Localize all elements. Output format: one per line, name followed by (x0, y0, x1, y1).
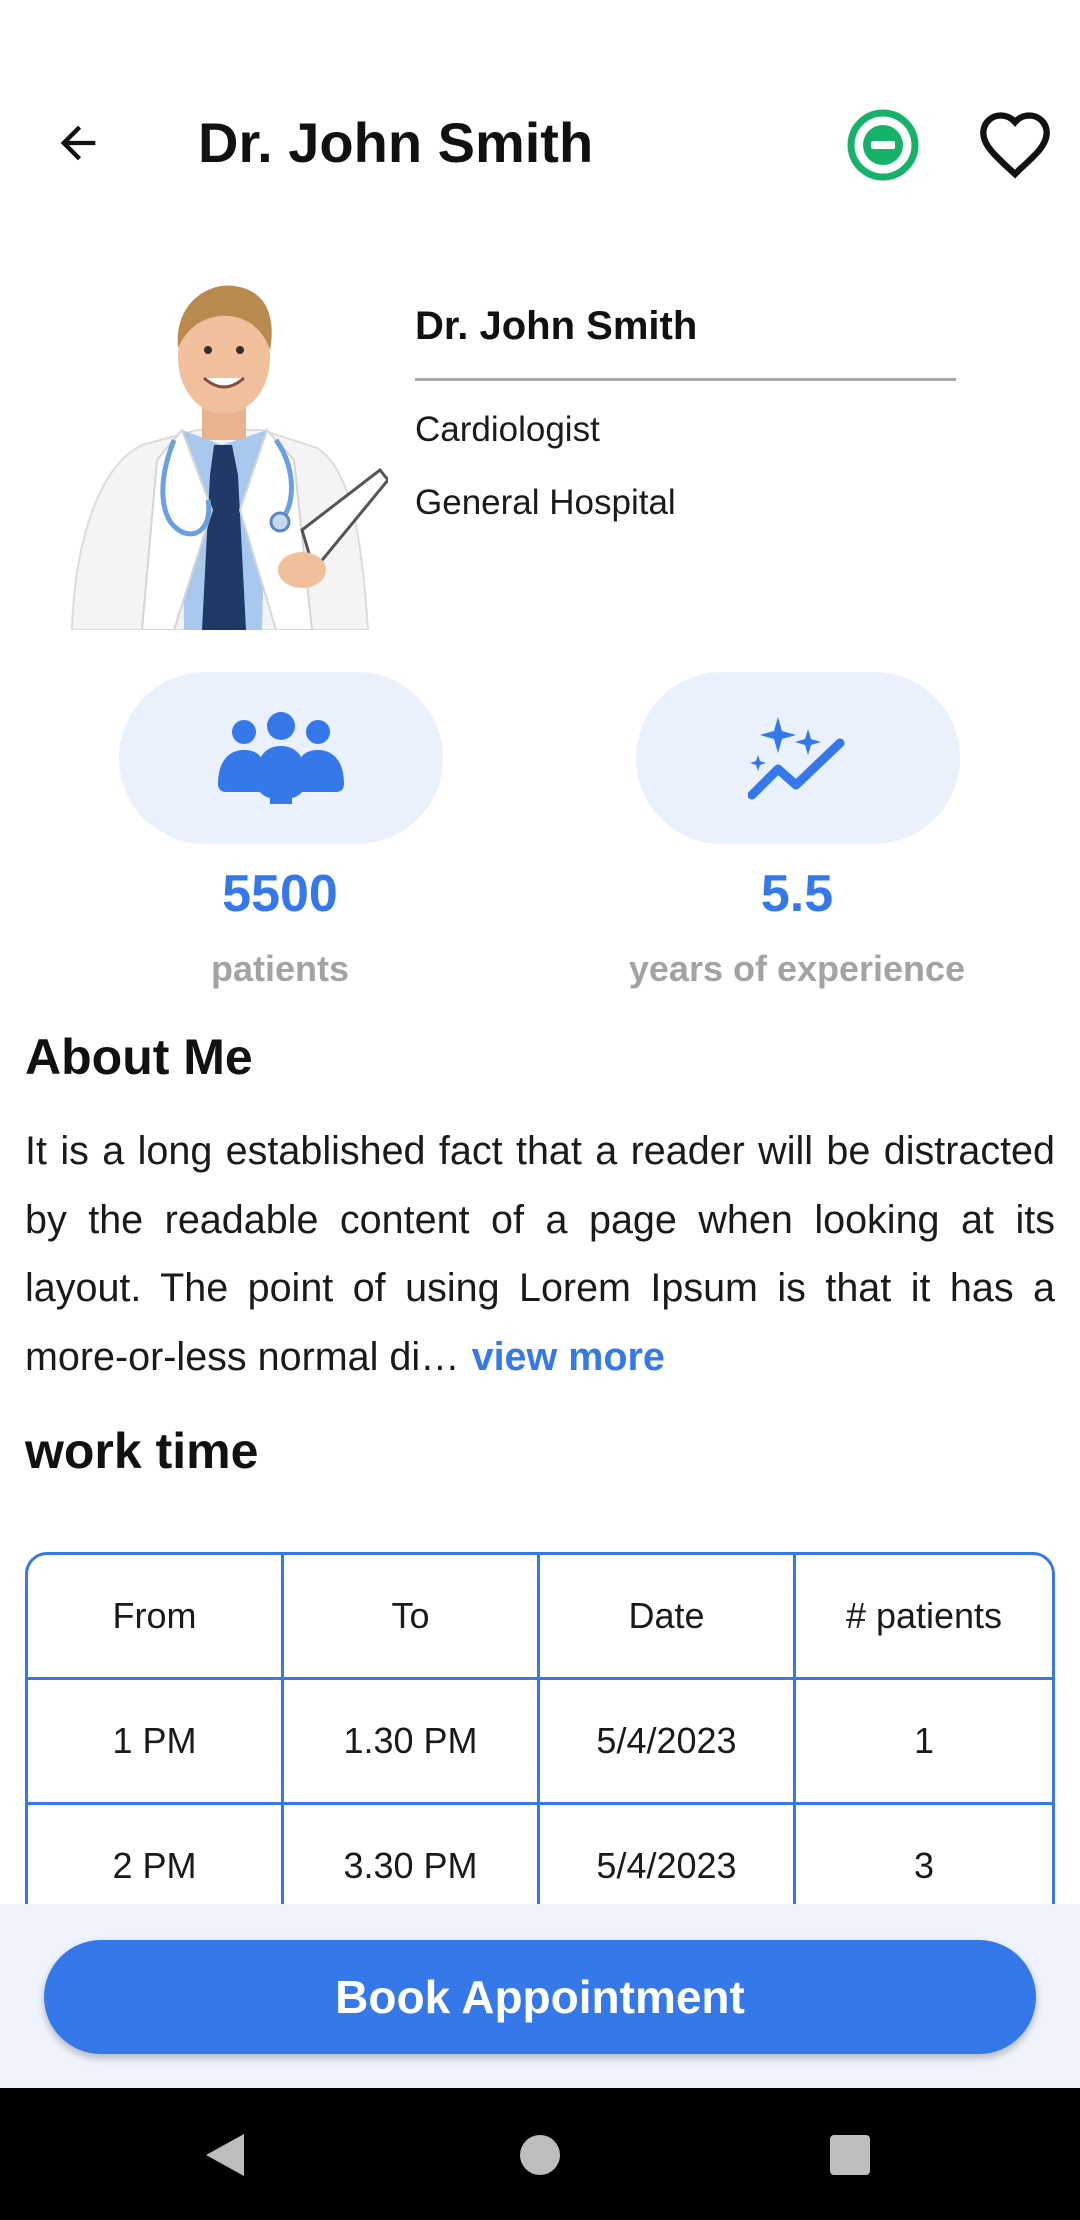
doctor-photo (70, 285, 390, 631)
nav-home-button[interactable] (500, 2130, 580, 2180)
nav-back-button[interactable] (185, 2130, 265, 2180)
table-row: 2 PM 3.30 PM 5/4/2023 3 (28, 1805, 1052, 1914)
cell-date: 5/4/2023 (540, 1805, 796, 1914)
cell-from: 1 PM (28, 1680, 284, 1805)
column-header: # patients (796, 1555, 1052, 1680)
divider (415, 378, 956, 381)
nav-recents-button[interactable] (810, 2130, 890, 2180)
about-title: About Me (25, 1029, 253, 1085)
nav-recents-icon (830, 2135, 870, 2175)
minus-circle-icon (847, 109, 919, 181)
experience-label: years of experience (628, 948, 966, 989)
group-icon (218, 712, 344, 804)
sparkle-chart-icon (748, 717, 845, 800)
work-time-table: From To Date # patients 1 PM 1.30 PM 5/4… (25, 1552, 1055, 1914)
table-header-row: From To Date # patients (28, 1555, 1052, 1680)
column-header: Date (540, 1555, 796, 1680)
patients-label: patients (210, 948, 350, 989)
patients-count: 5500 (222, 865, 338, 923)
page-title: Dr. John Smith (198, 111, 594, 174)
nav-home-icon (520, 2135, 560, 2175)
status-button[interactable] (846, 108, 920, 182)
column-header: To (284, 1555, 540, 1680)
cell-to: 1.30 PM (284, 1680, 540, 1805)
doctor-avatar (62, 270, 390, 631)
cell-to: 3.30 PM (284, 1805, 540, 1914)
nav-back-icon (206, 2134, 244, 2176)
favorite-button[interactable] (972, 104, 1058, 184)
cell-date: 5/4/2023 (540, 1680, 796, 1805)
book-appointment-button[interactable]: Book Appointment (44, 1940, 1036, 2054)
table-row: 1 PM 1.30 PM 5/4/2023 1 (28, 1680, 1052, 1805)
heart-outline-icon (980, 112, 1050, 179)
experience-years: 5.5 (760, 865, 834, 923)
doctor-specialty: Cardiologist (415, 410, 600, 449)
work-time-title: work time (25, 1423, 259, 1479)
about-text-block: It is a long established fact that a rea… (25, 1117, 1055, 1391)
doctor-hospital: General Hospital (415, 483, 676, 522)
cell-patients: 3 (796, 1805, 1052, 1914)
cell-from: 2 PM (28, 1805, 284, 1914)
experience-stat-pill (636, 672, 960, 844)
column-header: From (28, 1555, 284, 1680)
back-button[interactable] (40, 105, 116, 181)
cell-patients: 1 (796, 1680, 1052, 1805)
patients-stat-pill (119, 672, 443, 844)
doctor-name: Dr. John Smith (415, 304, 698, 348)
view-more-link[interactable]: view more (472, 1335, 665, 1379)
arrow-left-icon (60, 125, 96, 161)
